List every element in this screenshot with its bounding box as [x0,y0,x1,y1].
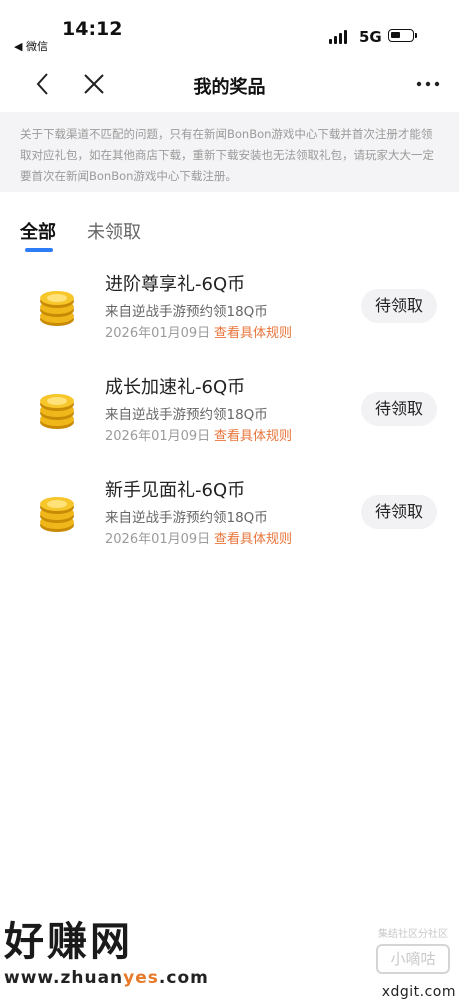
tab-all[interactable]: 全部 [20,218,56,244]
gold-coin-icon [36,490,78,534]
watermark-logo-text: 好赚网 [4,919,133,965]
prize-item[interactable]: 新手见面礼-6Q币 来自逆战手游预约领18Q币 2026年01月09日 查看具体… [0,468,459,571]
status-bar: 14:12 ◀ 微信 5G [0,0,459,56]
view-rules-link[interactable]: 查看具体规则 [214,528,292,547]
view-rules-link[interactable]: 查看具体规则 [214,425,292,444]
tab-unclaimed[interactable]: 未领取 [87,218,141,244]
claim-button[interactable]: 待领取 [361,289,437,323]
gold-coin-icon [36,387,78,431]
prize-title: 成长加速礼-6Q币 [105,377,246,398]
prize-date: 2026年01月09日 [105,532,211,547]
prize-source: 来自逆战手游预约领18Q币 [105,510,268,526]
watermark-url: www.zhuanyes.com [4,968,208,988]
prize-title: 新手见面礼-6Q币 [105,480,246,501]
view-rules-link[interactable]: 查看具体规则 [214,322,292,341]
claim-button[interactable]: 待领取 [361,392,437,426]
prize-item[interactable]: 进阶尊享礼-6Q币 来自逆战手游预约领18Q币 2026年01月09日 查看具体… [0,262,459,365]
prize-date: 2026年01月09日 [105,326,211,341]
watermark-site: xdgit.com [381,984,456,1000]
active-tab-indicator [25,248,53,252]
prize-date: 2026年01月09日 [105,429,211,444]
tab-bar: 全部 未领取 [0,212,459,260]
watermark-subtext: 集结社区分社区 [378,929,448,940]
prize-source: 来自逆战手游预约领18Q币 [105,407,268,423]
claim-button[interactable]: 待领取 [361,495,437,529]
battery-icon [388,29,414,42]
watermark-xiaodigu: 集结社区分社区 小嘀咕 xdgit.com [368,925,458,1000]
gold-coin-icon [36,284,78,328]
status-time: 14:12 [62,18,123,40]
nav-bar: 我的奖品 [0,56,459,112]
watermark-haozhuan: 好赚网 www.zhuanyes.com [4,918,208,998]
watermark-box: 小嘀咕 [376,944,450,974]
more-icon[interactable] [410,70,446,98]
download-notice: 关于下载渠道不匹配的问题，只有在新闻BonBon游戏中心下载并首次注册才能领取对… [0,112,459,192]
battery-tip [415,33,417,38]
prize-source: 来自逆战手游预约领18Q币 [105,304,268,320]
prize-list: 进阶尊享礼-6Q币 来自逆战手游预约领18Q币 2026年01月09日 查看具体… [0,262,459,571]
signal-icon [329,30,347,44]
watermark-url-part: www.zhuan [4,968,124,988]
back-to-wechat-link[interactable]: ◀ 微信 [14,38,48,54]
page-title: 我的奖品 [193,77,266,98]
network-type: 5G [359,28,382,46]
prize-item[interactable]: 成长加速礼-6Q币 来自逆战手游预约领18Q币 2026年01月09日 查看具体… [0,365,459,468]
prize-title: 进阶尊享礼-6Q币 [105,274,246,295]
watermark-url-highlight: yes [123,968,159,988]
watermark-url-part: .com [158,968,209,988]
